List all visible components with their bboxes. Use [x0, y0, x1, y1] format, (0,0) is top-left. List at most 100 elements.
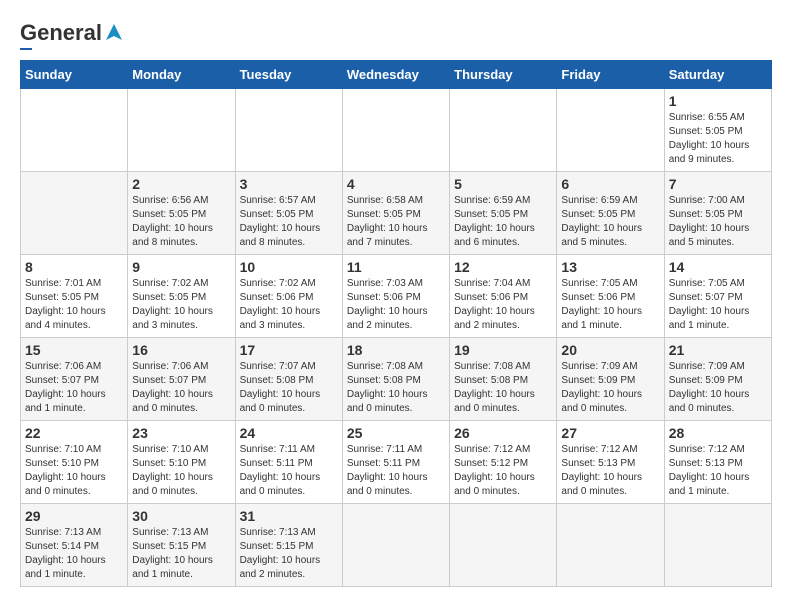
day-number: 23: [132, 425, 230, 441]
day-info: Sunrise: 7:09 AM Sunset: 5:09 PM Dayligh…: [669, 360, 767, 416]
column-header-thursday: Thursday: [450, 61, 557, 89]
calendar-header: SundayMondayTuesdayWednesdayThursdayFrid…: [21, 61, 772, 89]
calendar-cell: [450, 89, 557, 172]
day-number: 16: [132, 342, 230, 358]
day-info: Sunrise: 7:11 AM Sunset: 5:11 PM Dayligh…: [347, 443, 445, 499]
day-number: 22: [25, 425, 123, 441]
day-info: Sunrise: 7:13 AM Sunset: 5:15 PM Dayligh…: [132, 526, 230, 582]
calendar-cell: 25 Sunrise: 7:11 AM Sunset: 5:11 PM Dayli…: [342, 421, 449, 504]
day-info: Sunrise: 7:02 AM Sunset: 5:06 PM Dayligh…: [240, 277, 338, 333]
calendar-cell: 4Sunrise: 6:58 AM Sunset: 5:05 PM Daylig…: [342, 172, 449, 255]
calendar-cell: 26 Sunrise: 7:12 AM Sunset: 5:12 PM Dayli…: [450, 421, 557, 504]
calendar-cell: 10 Sunrise: 7:02 AM Sunset: 5:06 PM Dayli…: [235, 255, 342, 338]
day-number: 24: [240, 425, 338, 441]
calendar-cell: 9 Sunrise: 7:02 AM Sunset: 5:05 PM Daylig…: [128, 255, 235, 338]
day-info: Sunrise: 7:05 AM Sunset: 5:06 PM Dayligh…: [561, 277, 659, 333]
day-info: Sunrise: 6:59 AM Sunset: 5:05 PM Dayligh…: [454, 194, 552, 250]
day-number: 27: [561, 425, 659, 441]
calendar-cell: 17Sunrise: 7:07 AM Sunset: 5:08 PM Dayli…: [235, 338, 342, 421]
calendar-cell: [664, 504, 771, 587]
calendar-cell: 1Sunrise: 6:55 AM Sunset: 5:05 PM Daylig…: [664, 89, 771, 172]
day-number: 7: [669, 176, 767, 192]
day-number: 9: [132, 259, 230, 275]
day-number: 6: [561, 176, 659, 192]
day-info: Sunrise: 7:08 AM Sunset: 5:08 PM Dayligh…: [347, 360, 445, 416]
day-number: 25: [347, 425, 445, 441]
calendar-cell: [450, 504, 557, 587]
calendar-cell: 12 Sunrise: 7:04 AM Sunset: 5:06 PM Dayli…: [450, 255, 557, 338]
calendar-cell: 5 Sunrise: 6:59 AM Sunset: 5:05 PM Daylig…: [450, 172, 557, 255]
calendar-cell: 11Sunrise: 7:03 AM Sunset: 5:06 PM Dayli…: [342, 255, 449, 338]
calendar-cell: 18 Sunrise: 7:08 AM Sunset: 5:08 PM Dayli…: [342, 338, 449, 421]
day-info: Sunrise: 7:10 AM Sunset: 5:10 PM Dayligh…: [132, 443, 230, 499]
calendar-cell: 13 Sunrise: 7:05 AM Sunset: 5:06 PM Dayli…: [557, 255, 664, 338]
calendar-cell: [557, 89, 664, 172]
calendar-cell: [557, 504, 664, 587]
day-number: 18: [347, 342, 445, 358]
calendar-cell: [21, 89, 128, 172]
logo-icon: [102, 22, 124, 44]
day-info: Sunrise: 7:02 AM Sunset: 5:05 PM Dayligh…: [132, 277, 230, 333]
calendar-cell: 3Sunrise: 6:57 AM Sunset: 5:05 PM Daylig…: [235, 172, 342, 255]
day-info: Sunrise: 7:12 AM Sunset: 5:13 PM Dayligh…: [561, 443, 659, 499]
day-number: 19: [454, 342, 552, 358]
day-number: 4: [347, 176, 445, 192]
day-info: Sunrise: 7:06 AM Sunset: 5:07 PM Dayligh…: [25, 360, 123, 416]
day-info: Sunrise: 6:56 AM Sunset: 5:05 PM Dayligh…: [132, 194, 230, 250]
calendar-cell: 19 Sunrise: 7:08 AM Sunset: 5:08 PM Dayli…: [450, 338, 557, 421]
day-number: 26: [454, 425, 552, 441]
calendar-cell: 22 Sunrise: 7:10 AM Sunset: 5:10 PM Dayli…: [21, 421, 128, 504]
day-info: Sunrise: 7:08 AM Sunset: 5:08 PM Dayligh…: [454, 360, 552, 416]
day-info: Sunrise: 7:11 AM Sunset: 5:11 PM Dayligh…: [240, 443, 338, 499]
day-number: 28: [669, 425, 767, 441]
column-header-sunday: Sunday: [21, 61, 128, 89]
day-number: 21: [669, 342, 767, 358]
column-header-monday: Monday: [128, 61, 235, 89]
day-info: Sunrise: 7:06 AM Sunset: 5:07 PM Dayligh…: [132, 360, 230, 416]
calendar-cell: 2 Sunrise: 6:56 AM Sunset: 5:05 PM Daylig…: [128, 172, 235, 255]
column-header-saturday: Saturday: [664, 61, 771, 89]
day-info: Sunrise: 7:04 AM Sunset: 5:06 PM Dayligh…: [454, 277, 552, 333]
day-number: 30: [132, 508, 230, 524]
day-number: 20: [561, 342, 659, 358]
calendar-cell: 16 Sunrise: 7:06 AM Sunset: 5:07 PM Dayli…: [128, 338, 235, 421]
day-number: 12: [454, 259, 552, 275]
day-number: 2: [132, 176, 230, 192]
calendar-cell: [21, 172, 128, 255]
day-number: 17: [240, 342, 338, 358]
column-header-friday: Friday: [557, 61, 664, 89]
day-number: 1: [669, 93, 767, 109]
calendar-cell: [128, 89, 235, 172]
calendar-cell: [235, 89, 342, 172]
calendar-cell: 24 Sunrise: 7:11 AM Sunset: 5:11 PM Dayli…: [235, 421, 342, 504]
day-info: Sunrise: 7:13 AM Sunset: 5:15 PM Dayligh…: [240, 526, 338, 582]
day-number: 29: [25, 508, 123, 524]
day-number: 13: [561, 259, 659, 275]
calendar-cell: 8Sunrise: 7:01 AM Sunset: 5:05 PM Daylig…: [21, 255, 128, 338]
day-number: 15: [25, 342, 123, 358]
calendar-cell: 27 Sunrise: 7:12 AM Sunset: 5:13 PM Dayli…: [557, 421, 664, 504]
page-header: General: [20, 20, 772, 50]
day-info: Sunrise: 7:10 AM Sunset: 5:10 PM Dayligh…: [25, 443, 123, 499]
day-number: 14: [669, 259, 767, 275]
column-header-tuesday: Tuesday: [235, 61, 342, 89]
calendar-cell: 20 Sunrise: 7:09 AM Sunset: 5:09 PM Dayli…: [557, 338, 664, 421]
calendar-cell: 30 Sunrise: 7:13 AM Sunset: 5:15 PM Dayli…: [128, 504, 235, 587]
logo-general: General: [20, 20, 102, 46]
day-number: 11: [347, 259, 445, 275]
day-number: 5: [454, 176, 552, 192]
calendar-cell: 23 Sunrise: 7:10 AM Sunset: 5:10 PM Dayli…: [128, 421, 235, 504]
day-number: 10: [240, 259, 338, 275]
day-info: Sunrise: 7:09 AM Sunset: 5:09 PM Dayligh…: [561, 360, 659, 416]
day-number: 8: [25, 259, 123, 275]
day-info: Sunrise: 7:05 AM Sunset: 5:07 PM Dayligh…: [669, 277, 767, 333]
logo-blue-text: [20, 48, 32, 50]
day-info: Sunrise: 6:57 AM Sunset: 5:05 PM Dayligh…: [240, 194, 338, 250]
calendar-cell: [342, 504, 449, 587]
calendar-cell: 15 Sunrise: 7:06 AM Sunset: 5:07 PM Dayli…: [21, 338, 128, 421]
calendar-cell: 6Sunrise: 6:59 AM Sunset: 5:05 PM Daylig…: [557, 172, 664, 255]
column-header-wednesday: Wednesday: [342, 61, 449, 89]
day-info: Sunrise: 7:12 AM Sunset: 5:12 PM Dayligh…: [454, 443, 552, 499]
calendar-cell: 29Sunrise: 7:13 AM Sunset: 5:14 PM Dayli…: [21, 504, 128, 587]
calendar-cell: 14 Sunrise: 7:05 AM Sunset: 5:07 PM Dayli…: [664, 255, 771, 338]
